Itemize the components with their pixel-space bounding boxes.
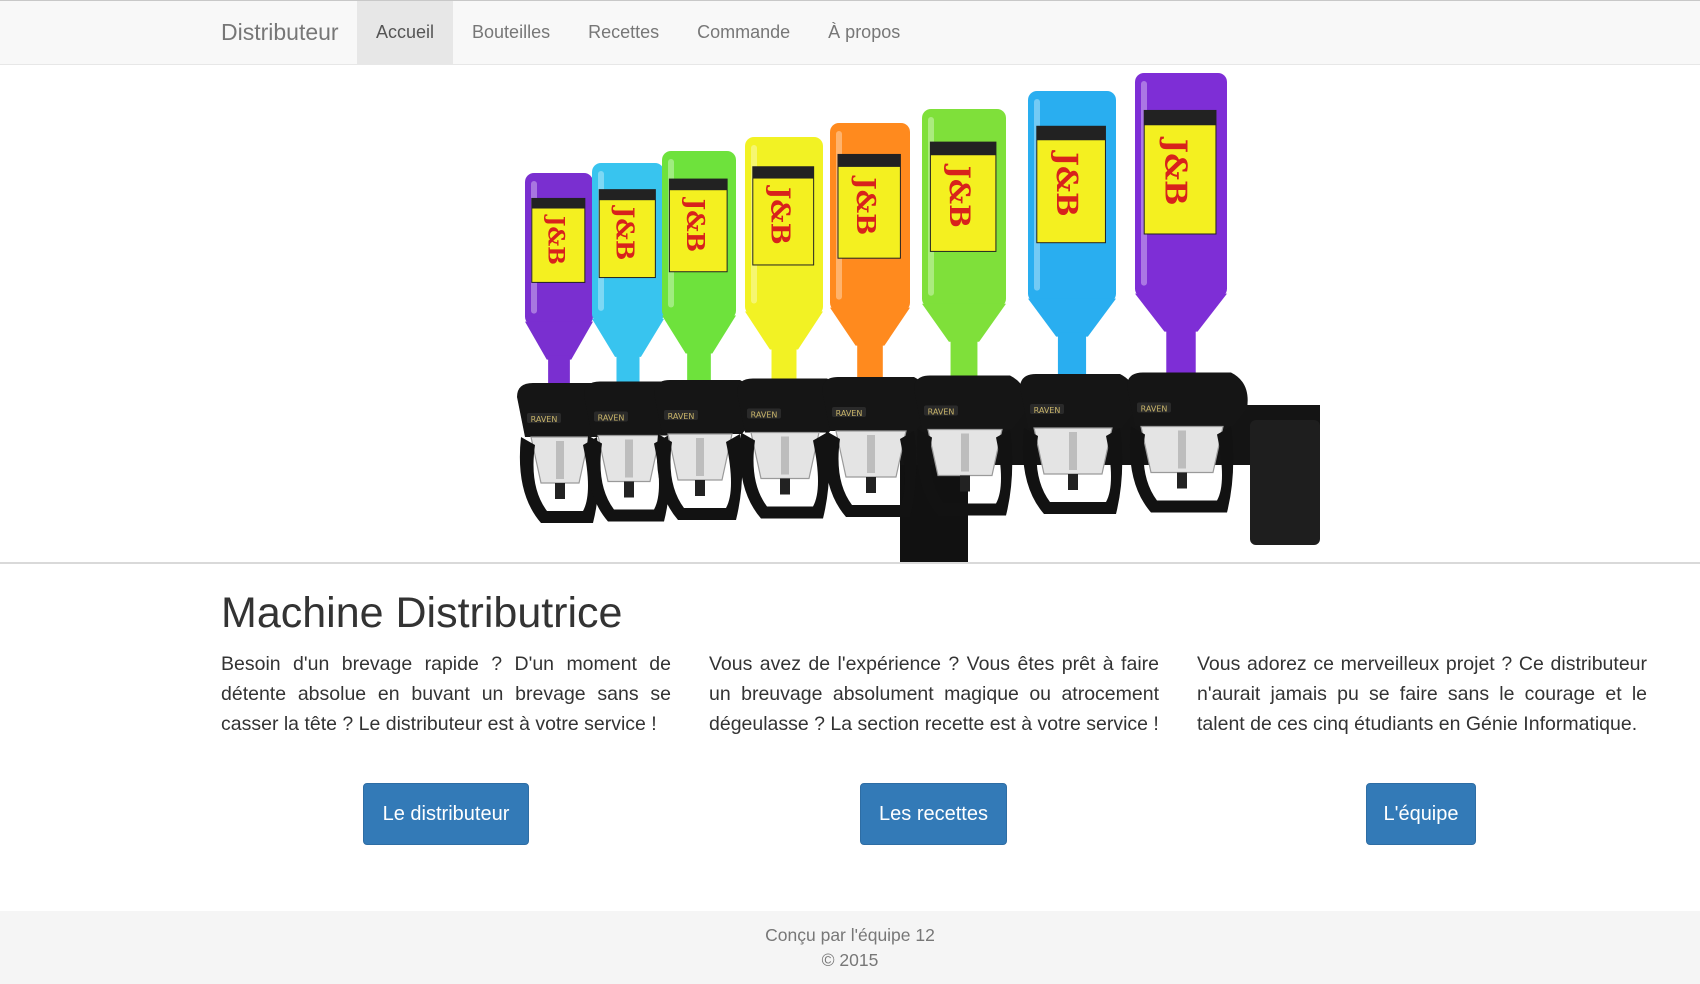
bottle-label-logo: J&B <box>611 205 640 260</box>
column-text: Vous adorez ce merveilleux projet ? Ce d… <box>1197 653 1647 735</box>
dispenser-brand: RAVEN <box>531 415 558 424</box>
column-distributeur: Besoin d'un brevage rapide ? D'un moment… <box>221 649 671 739</box>
dispenser-brand: RAVEN <box>751 411 778 420</box>
bottle-label-logo: J&B <box>764 185 794 245</box>
nav-item-accueil[interactable]: Accueil <box>357 1 454 65</box>
recettes-button[interactable]: Les recettes <box>860 783 1007 845</box>
nav-item-a-propos[interactable]: À propos <box>809 1 919 65</box>
bottle-7: J&B <box>1028 91 1116 397</box>
bottle-label-logo: J&B <box>1157 136 1192 206</box>
dispenser-8: RAVEN <box>1127 372 1248 513</box>
bottle-label-logo: J&B <box>943 163 976 228</box>
dispenser-6: RAVEN <box>914 375 1027 516</box>
dispenser-brand: RAVEN <box>836 409 863 418</box>
navbar: Distributeur Accueil Bouteilles Recettes… <box>0 0 1700 65</box>
page-title: Machine Distributrice <box>221 589 623 637</box>
footer-copyright: © 2015 <box>821 950 879 970</box>
nav-item-commande[interactable]: Commande <box>678 1 809 65</box>
bottle-2: J&B <box>592 163 664 397</box>
hero-banner: J&B RAVEN J&B RAVEN J&B RAVEN J&B RAVEN J&B RAVEN… <box>0 65 1700 564</box>
bottle-label-logo: J&B <box>850 175 880 235</box>
bottle-3: J&B <box>662 151 736 397</box>
wall-bracket <box>1250 420 1320 545</box>
bottle-5: J&B <box>830 123 910 397</box>
bottle-6: J&B <box>922 109 1006 397</box>
bottle-8: J&B <box>1135 73 1227 397</box>
brand-link[interactable]: Distributeur <box>221 1 339 65</box>
footer: Conçu par l'équipe 12 © 2015 <box>0 911 1700 984</box>
dispenser-brand: RAVEN <box>928 408 955 417</box>
dispenser-brand: RAVEN <box>1141 405 1168 414</box>
dispenser-brand: RAVEN <box>1034 406 1061 415</box>
nav-menu: Accueil Bouteilles Recettes Commande À p… <box>357 1 919 65</box>
distributeur-button[interactable]: Le distributeur <box>363 783 529 845</box>
bottle-label-logo: J&B <box>1050 149 1084 216</box>
nav-item-recettes[interactable]: Recettes <box>569 1 678 65</box>
column-recettes: Vous avez de l'expérience ? Vous êtes pr… <box>709 649 1159 739</box>
column-equipe: Vous adorez ce merveilleux projet ? Ce d… <box>1197 649 1647 739</box>
bottle-4: J&B <box>745 137 823 397</box>
dispenser-brand: RAVEN <box>668 412 695 421</box>
bottle-1: J&B <box>525 173 593 397</box>
dispenser-brand: RAVEN <box>598 414 625 423</box>
nav-item-bouteilles[interactable]: Bouteilles <box>453 1 569 65</box>
bottle-label-logo: J&B <box>681 197 710 252</box>
equipe-button[interactable]: L'équipe <box>1366 783 1476 845</box>
footer-credit: Conçu par l'équipe 12 <box>765 925 935 945</box>
column-text: Vous avez de l'expérience ? Vous êtes pr… <box>709 653 1159 735</box>
column-text: Besoin d'un brevage rapide ? D'un moment… <box>221 653 671 735</box>
dispenser-7: RAVEN <box>1020 374 1137 514</box>
bottle-label-logo: J&B <box>542 214 568 265</box>
bottle-dispenser-image: J&B RAVEN J&B RAVEN J&B RAVEN J&B RAVEN J&B RAVEN… <box>517 73 1320 562</box>
